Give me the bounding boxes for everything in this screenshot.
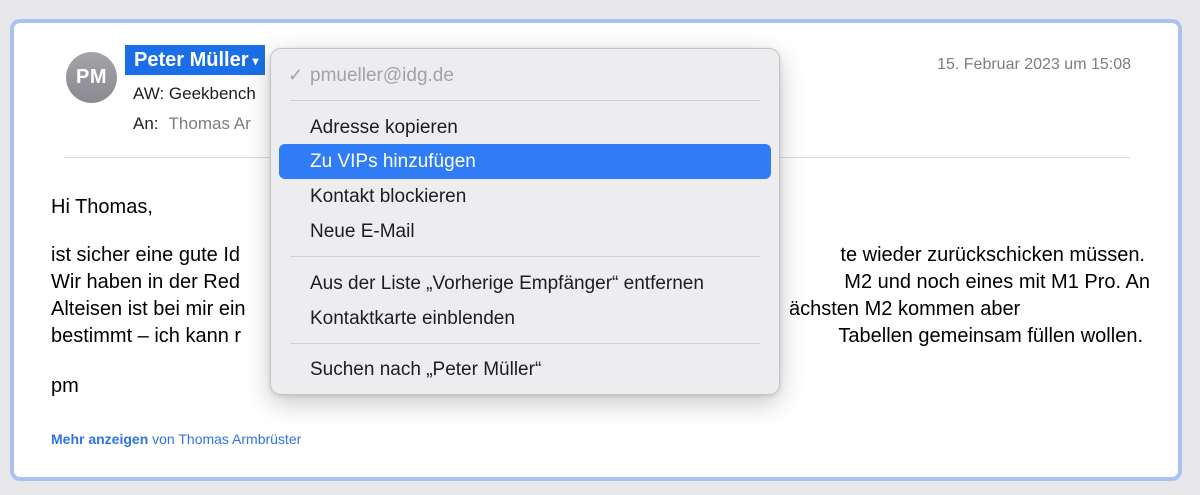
menu-item-show-contact-card[interactable]: Kontaktkarte einblenden <box>279 301 771 336</box>
body-line-right: te wieder zurückschicken müssen. <box>840 244 1145 266</box>
menu-item-label: Zu VIPs hinzufügen <box>310 150 476 172</box>
menu-item-email-address[interactable]: ✓ pmueller@idg.de <box>279 58 771 93</box>
message-subject: AW: Geekbench <box>133 84 256 103</box>
recipient-line: An: Thomas Ar <box>133 114 251 134</box>
menu-item-label: pmueller@idg.de <box>310 64 454 86</box>
menu-item-label: Adresse kopieren <box>310 116 458 138</box>
show-more-line: Mehr anzeigen von Thomas Armbrüster <box>51 431 301 447</box>
chevron-down-icon: ▾ <box>252 54 259 68</box>
menu-item-copy-address[interactable]: Adresse kopieren <box>279 110 771 145</box>
body-line-right: ächsten M2 kommen aber <box>789 298 1021 320</box>
body-line-left: bestimmt – ich kann r <box>51 325 242 347</box>
sender-name-button[interactable]: Peter Müller ▾ <box>125 45 265 75</box>
body-line-right: M2 und noch eines mit M1 Pro. An <box>844 271 1150 293</box>
menu-item-label: Suchen nach „Peter Müller“ <box>310 358 542 380</box>
sender-context-menu: ✓ pmueller@idg.de Adresse kopieren Zu VI… <box>270 48 780 395</box>
message-date: 15. Februar 2023 um 15:08 <box>937 56 1131 73</box>
menu-separator <box>290 343 760 344</box>
menu-item-remove-from-previous-recipients[interactable]: Aus der Liste „Vorherige Empfänger“ entf… <box>279 266 771 301</box>
recipient-name[interactable]: Thomas Ar <box>169 114 251 133</box>
menu-item-new-email[interactable]: Neue E-Mail <box>279 214 771 249</box>
menu-item-add-to-vips[interactable]: Zu VIPs hinzufügen <box>279 144 771 179</box>
menu-item-label: Aus der Liste „Vorherige Empfänger“ entf… <box>310 272 704 294</box>
body-line-right: Tabellen gemeinsam füllen wollen. <box>838 325 1143 347</box>
show-more-suffix: von Thomas Armbrüster <box>152 431 302 447</box>
menu-separator <box>290 100 760 101</box>
menu-item-block-contact[interactable]: Kontakt blockieren <box>279 179 771 214</box>
checkmark-icon: ✓ <box>288 65 304 85</box>
menu-item-search-for-sender[interactable]: Suchen nach „Peter Müller“ <box>279 352 771 387</box>
body-line-left: ist sicher eine gute Id <box>51 244 240 266</box>
body-line-left: Wir haben in der Red <box>51 271 240 293</box>
sender-avatar[interactable]: PM <box>66 52 117 103</box>
menu-item-label: Kontakt blockieren <box>310 185 467 207</box>
show-more-link[interactable]: Mehr anzeigen <box>51 431 148 447</box>
menu-item-label: Kontaktkarte einblenden <box>310 307 515 329</box>
menu-separator <box>290 256 760 257</box>
menu-item-label: Neue E-Mail <box>310 220 415 242</box>
to-label: An: <box>133 114 159 133</box>
body-line-left: Alteisen ist bei mir ein <box>51 298 246 320</box>
sender-name: Peter Müller <box>134 48 249 71</box>
avatar-initials: PM <box>76 66 107 88</box>
